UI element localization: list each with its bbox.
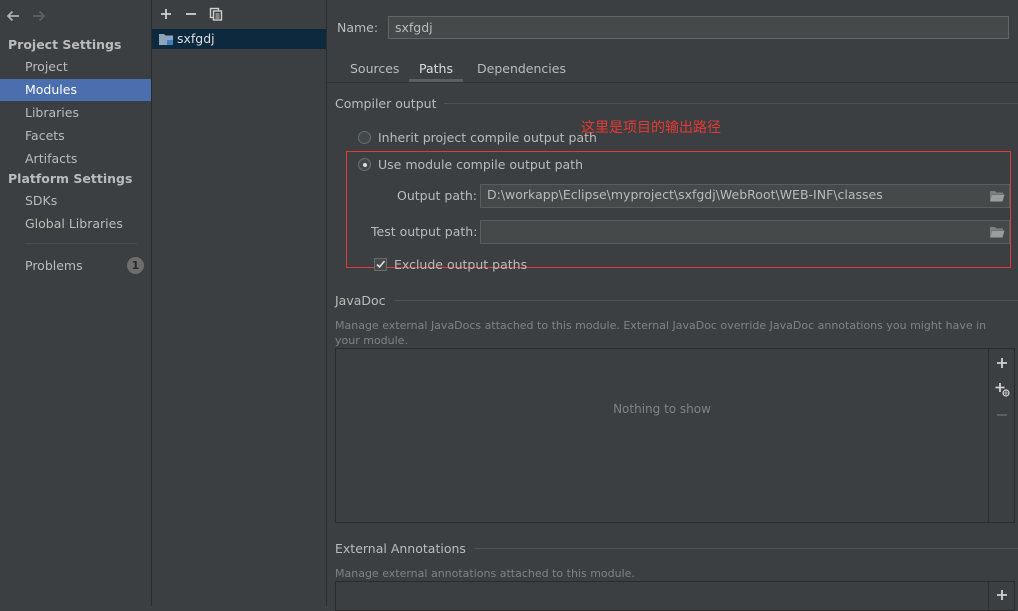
module-list-pane: sxfgdj bbox=[152, 0, 327, 606]
tab-sources[interactable]: Sources bbox=[350, 58, 399, 82]
inherit-output-label[interactable]: Inherit project compile output path bbox=[378, 130, 597, 145]
name-label: Name: bbox=[337, 20, 379, 35]
module-list-item[interactable]: sxfgdj bbox=[152, 29, 326, 49]
test-output-path-label: Test output path: bbox=[371, 224, 478, 239]
sidebar-item-modules[interactable]: Modules bbox=[0, 79, 151, 101]
sidebar-item-facets[interactable]: Facets bbox=[0, 125, 151, 147]
sidebar-item-artifacts[interactable]: Artifacts bbox=[0, 148, 151, 170]
external-annotations-list-panel bbox=[335, 581, 1015, 611]
javadoc-toolbar bbox=[988, 349, 1015, 522]
module-folder-icon bbox=[158, 32, 174, 46]
inherit-output-radio[interactable] bbox=[358, 131, 371, 144]
sidebar-item-libraries[interactable]: Libraries bbox=[0, 102, 151, 124]
browse-folder-icon[interactable] bbox=[989, 189, 1005, 203]
compiler-output-title: Compiler output bbox=[335, 96, 445, 111]
external-annotations-description: Manage external annotations attached to … bbox=[335, 567, 635, 580]
javadoc-separator bbox=[335, 300, 1018, 301]
exclude-output-label[interactable]: Exclude output paths bbox=[394, 257, 527, 272]
remove-icon[interactable] bbox=[183, 6, 199, 22]
javadoc-title: JavaDoc bbox=[335, 293, 394, 308]
red-annotation-text: 这里是项目的输出路径 bbox=[581, 120, 721, 136]
sidebar-item-global-libraries[interactable]: Global Libraries bbox=[0, 213, 151, 235]
sidebar-item-sdks[interactable]: SDKs bbox=[0, 190, 151, 212]
use-module-output-radio[interactable] bbox=[358, 158, 371, 171]
arrow-left-icon[interactable] bbox=[4, 7, 22, 25]
javadoc-list-panel: Nothing to show bbox=[335, 348, 1015, 523]
sidebar-divider bbox=[25, 243, 137, 244]
settings-sidebar: Project Settings Project Modules Librari… bbox=[0, 0, 152, 606]
use-module-output-label[interactable]: Use module compile output path bbox=[378, 157, 583, 172]
add-url-icon[interactable] bbox=[994, 381, 1010, 397]
javadoc-description: Manage external JavaDocs attached to thi… bbox=[335, 319, 987, 347]
platform-settings-header: Platform Settings bbox=[8, 171, 133, 186]
tab-paths[interactable]: Paths bbox=[409, 58, 463, 82]
module-name: sxfgdj bbox=[177, 31, 215, 46]
arrow-right-icon[interactable] bbox=[30, 7, 48, 25]
add-icon[interactable] bbox=[994, 355, 1010, 371]
add-icon[interactable] bbox=[994, 587, 1010, 603]
module-settings-pane: Name: sxfgdj Sources Paths Dependencies … bbox=[327, 0, 1018, 611]
problems-count-badge: 1 bbox=[127, 257, 144, 274]
test-output-path-input[interactable] bbox=[480, 220, 1010, 244]
copy-icon[interactable] bbox=[208, 6, 224, 22]
add-icon[interactable] bbox=[158, 6, 174, 22]
sidebar-item-problems[interactable]: Problems bbox=[0, 255, 120, 277]
output-path-input[interactable]: D:\workapp\Eclipse\myproject\sxfgdj\WebR… bbox=[480, 184, 1010, 208]
output-path-label: Output path: bbox=[397, 188, 478, 203]
external-annotations-title: External Annotations bbox=[335, 541, 474, 556]
project-settings-header: Project Settings bbox=[8, 37, 122, 52]
module-name-input[interactable]: sxfgdj bbox=[388, 16, 1009, 39]
tab-dependencies[interactable]: Dependencies bbox=[477, 58, 566, 82]
browse-folder-icon[interactable] bbox=[989, 225, 1005, 239]
sidebar-item-project[interactable]: Project bbox=[0, 56, 151, 78]
tabs-underline bbox=[327, 82, 1018, 83]
javadoc-empty-text: Nothing to show bbox=[613, 402, 711, 416]
remove-icon[interactable] bbox=[994, 407, 1010, 423]
output-path-value: D:\workapp\Eclipse\myproject\sxfgdj\WebR… bbox=[487, 187, 883, 202]
exclude-output-checkbox[interactable] bbox=[374, 258, 387, 271]
